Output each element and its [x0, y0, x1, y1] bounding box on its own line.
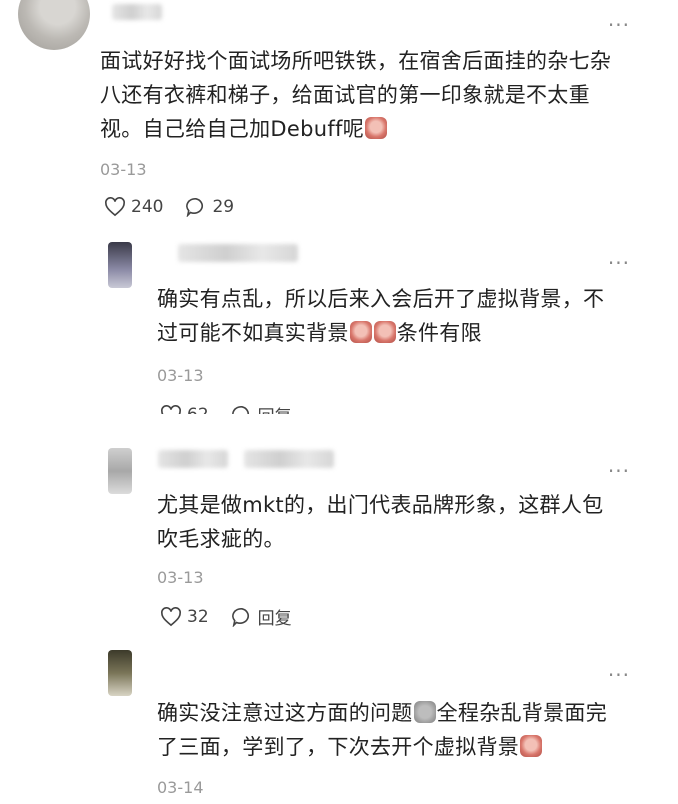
comment-text-line: 八还有衣裤和梯子，给面试官的第一印象就是不太重 — [100, 83, 590, 107]
like-count: 32 — [187, 606, 209, 627]
comment-4: ··· 确实没注意过这方面的问题 全程杂乱背景面完 了三面，学到了，下次去开个虚拟… — [0, 648, 678, 804]
avatar[interactable] — [108, 448, 132, 494]
more-icon[interactable]: ··· — [608, 461, 630, 481]
reply-button[interactable]: 回复 — [231, 604, 292, 629]
comment-text-line: 了三面，学到了，下次去开个虚拟背景 — [157, 730, 657, 764]
comment-date: 03-13 — [157, 366, 204, 385]
reply-count: 29 — [212, 197, 235, 217]
emoji-icon — [520, 735, 543, 757]
comment-text-line: 确实有点乱，所以后来入会后开了虚拟背景，不 — [157, 287, 605, 311]
like-button[interactable]: 32 — [160, 607, 209, 627]
comment-text-line: 视。自己给自己加Debuff呢 — [100, 112, 660, 146]
heart-icon — [161, 606, 181, 626]
reply-button[interactable]: 29 — [185, 197, 234, 217]
more-icon[interactable]: ··· — [608, 665, 630, 685]
heart-icon — [105, 197, 125, 217]
comment-date: 03-13 — [100, 160, 147, 179]
like-button[interactable]: 240 — [104, 197, 163, 217]
comment-2: ··· 确实有点乱，所以后来入会后开了虚拟背景，不 过可能不如真实背景 条件有限 … — [0, 238, 678, 430]
comment-text-line: 吹毛求疵的。 — [157, 527, 285, 551]
avatar[interactable] — [108, 242, 132, 288]
comment-text: 尤其是做mkt的，出门代表品牌形象，这群人包 吹毛求疵的。 — [157, 488, 657, 556]
comment-icon — [186, 197, 204, 217]
comment-text: 面试好好找个面试场所吧铁铁，在宿舍后面挂的杂七杂 八还有衣裤和梯子，给面试官的第… — [100, 44, 660, 146]
emoji-icon — [349, 321, 372, 343]
comment-text-line: 确实没注意过这方面的问题 全程杂乱背景面完 — [157, 701, 608, 725]
avatar[interactable] — [18, 0, 90, 50]
reply-label: 回复 — [257, 609, 292, 629]
emoji-icon — [413, 701, 436, 723]
username-blurred[interactable] — [178, 244, 298, 262]
comment-date: 03-13 — [157, 568, 204, 587]
username-blurred[interactable] — [244, 450, 334, 468]
comment-text-line: 面试好好找个面试场所吧铁铁，在宿舍后面挂的杂七杂 — [100, 49, 612, 73]
emoji-icon — [365, 117, 388, 139]
comment-actions: 32 回复 — [160, 604, 314, 629]
comment-icon — [231, 607, 249, 627]
more-icon[interactable]: ··· — [608, 253, 630, 273]
emoji-icon — [373, 321, 396, 343]
comment-1: ··· 面试好好找个面试场所吧铁铁，在宿舍后面挂的杂七杂 八还有衣裤和梯子，给面… — [0, 0, 678, 230]
more-icon[interactable]: ··· — [608, 15, 630, 35]
avatar[interactable] — [108, 650, 132, 696]
cropped-overlap — [150, 414, 350, 430]
comment-text: 确实有点乱，所以后来入会后开了虚拟背景，不 过可能不如真实背景 条件有限 — [157, 282, 657, 350]
comment-3: ··· 尤其是做mkt的，出门代表品牌形象，这群人包 吹毛求疵的。 03-13 … — [0, 446, 678, 646]
username-blurred[interactable] — [158, 450, 228, 468]
comment-date: 03-14 — [157, 778, 204, 797]
username-blurred[interactable] — [112, 4, 162, 20]
comment-actions: 240 29 — [104, 197, 256, 217]
comment-text: 确实没注意过这方面的问题 全程杂乱背景面完 了三面，学到了，下次去开个虚拟背景 — [157, 696, 657, 764]
comment-text-line: 过可能不如真实背景 条件有限 — [157, 321, 482, 345]
like-count: 240 — [131, 197, 164, 217]
comment-text-line: 尤其是做mkt的，出门代表品牌形象，这群人包 — [157, 493, 604, 517]
